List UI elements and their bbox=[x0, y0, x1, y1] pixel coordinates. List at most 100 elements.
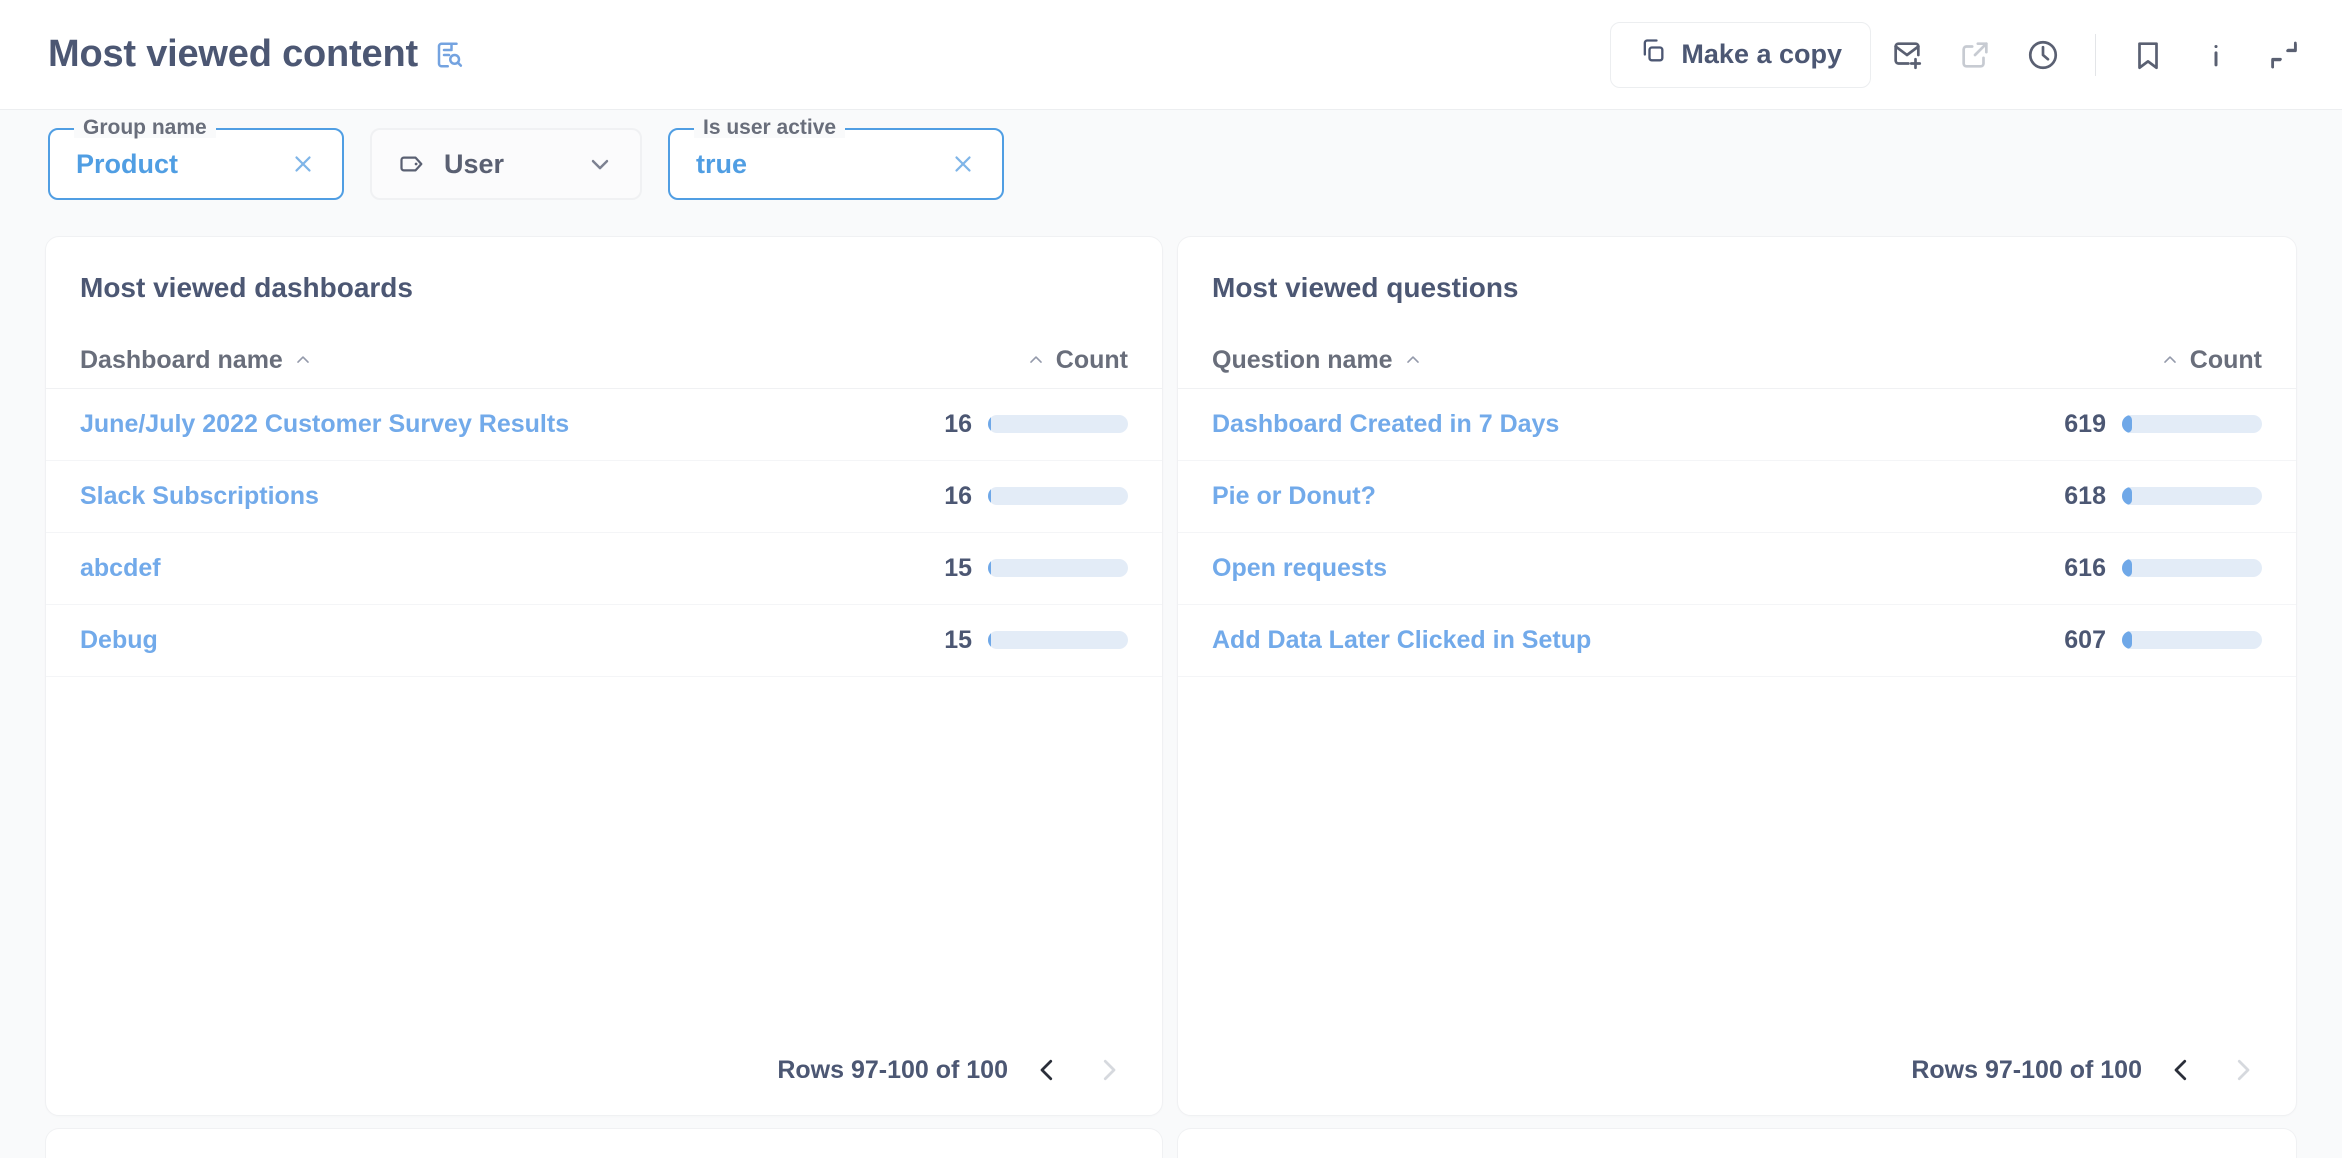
table-row[interactable]: Open requests 616 bbox=[1178, 533, 2296, 605]
filter-user-value: User bbox=[444, 149, 504, 180]
count-cell: 15 bbox=[914, 554, 1128, 583]
filter-group-name[interactable]: Group name Product bbox=[48, 128, 344, 200]
table-footer: Rows 97-100 of 100 bbox=[1178, 1047, 2296, 1115]
fullscreen-icon[interactable] bbox=[2252, 23, 2316, 87]
card-stub bbox=[45, 1128, 1163, 1158]
count-value: 15 bbox=[914, 626, 972, 655]
next-row-cards bbox=[0, 1128, 2342, 1158]
share-icon[interactable] bbox=[1943, 23, 2007, 87]
document-search-icon bbox=[434, 40, 464, 70]
question-link[interactable]: Dashboard Created in 7 Days bbox=[1212, 410, 1559, 439]
toolbar-divider bbox=[2095, 34, 2096, 76]
tag-icon bbox=[398, 150, 426, 178]
caret-up-icon bbox=[2160, 350, 2180, 370]
mini-bar bbox=[2122, 559, 2262, 577]
mini-bar bbox=[2122, 631, 2262, 649]
count-cell: 16 bbox=[914, 410, 1128, 439]
table-most-viewed-dashboards: Dashboard name Count June/July 2022 Cust… bbox=[46, 333, 1162, 677]
column-header-count[interactable]: Count bbox=[1026, 346, 1128, 375]
mini-bar bbox=[988, 631, 1128, 649]
table-footer: Rows 97-100 of 100 bbox=[46, 1047, 1162, 1115]
history-icon[interactable] bbox=[2011, 23, 2075, 87]
count-cell: 619 bbox=[2048, 410, 2262, 439]
column-header-label: Question name bbox=[1212, 346, 1393, 375]
table-row[interactable]: Debug 15 bbox=[46, 605, 1162, 677]
chevron-right-icon bbox=[1086, 1047, 1132, 1093]
table-header-row: Dashboard name Count bbox=[46, 333, 1162, 389]
card-most-viewed-dashboards: Most viewed dashboards Dashboard name Co… bbox=[45, 236, 1163, 1116]
table-row[interactable]: abcdef 15 bbox=[46, 533, 1162, 605]
make-a-copy-button[interactable]: Make a copy bbox=[1610, 22, 1871, 88]
dashboard-link[interactable]: June/July 2022 Customer Survey Results bbox=[80, 410, 569, 439]
dashboard-link[interactable]: abcdef bbox=[80, 554, 161, 583]
card-stub bbox=[1177, 1128, 2297, 1158]
info-icon[interactable] bbox=[2184, 23, 2248, 87]
table-row[interactable]: Dashboard Created in 7 Days 619 bbox=[1178, 389, 2296, 461]
column-header-count[interactable]: Count bbox=[2160, 346, 2262, 375]
caret-up-icon bbox=[1026, 350, 1046, 370]
mini-bar bbox=[2122, 415, 2262, 433]
table-row[interactable]: Slack Subscriptions 16 bbox=[46, 461, 1162, 533]
dashboard-grid: Most viewed dashboards Dashboard name Co… bbox=[0, 218, 2342, 1116]
dashboard-header: Most viewed content Make a copy bbox=[0, 0, 2342, 110]
count-value: 616 bbox=[2048, 554, 2106, 583]
count-value: 607 bbox=[2048, 626, 2106, 655]
mini-bar bbox=[988, 415, 1128, 433]
mini-bar bbox=[988, 487, 1128, 505]
question-link[interactable]: Add Data Later Clicked in Setup bbox=[1212, 626, 1591, 655]
chevron-right-icon bbox=[2220, 1047, 2266, 1093]
count-cell: 15 bbox=[914, 626, 1128, 655]
header-actions: Make a copy bbox=[1610, 22, 2316, 88]
column-header-label: Dashboard name bbox=[80, 346, 283, 375]
filter-is-user-active[interactable]: Is user active true bbox=[668, 128, 1004, 200]
caret-up-icon bbox=[293, 350, 313, 370]
count-cell: 607 bbox=[2048, 626, 2262, 655]
subscribe-icon[interactable] bbox=[1875, 23, 1939, 87]
copy-icon bbox=[1639, 37, 1667, 72]
chevron-down-icon[interactable] bbox=[546, 150, 614, 178]
make-a-copy-label: Make a copy bbox=[1681, 39, 1842, 70]
chevron-left-icon[interactable] bbox=[1024, 1047, 1070, 1093]
close-icon[interactable] bbox=[250, 151, 316, 177]
title-wrap: Most viewed content bbox=[48, 33, 464, 76]
rows-range-label: Rows 97-100 of 100 bbox=[1911, 1056, 2142, 1085]
count-value: 16 bbox=[914, 482, 972, 511]
count-value: 618 bbox=[2048, 482, 2106, 511]
dashboard-link[interactable]: Debug bbox=[80, 626, 158, 655]
card-most-viewed-questions: Most viewed questions Question name Coun… bbox=[1177, 236, 2297, 1116]
count-value: 15 bbox=[914, 554, 972, 583]
card-title: Most viewed questions bbox=[1178, 237, 2296, 305]
table-header-row: Question name Count bbox=[1178, 333, 2296, 389]
count-cell: 618 bbox=[2048, 482, 2262, 511]
rows-range-label: Rows 97-100 of 100 bbox=[777, 1056, 1008, 1085]
mini-bar bbox=[2122, 487, 2262, 505]
column-header-dashboard-name[interactable]: Dashboard name bbox=[80, 346, 313, 375]
chevron-left-icon[interactable] bbox=[2158, 1047, 2204, 1093]
close-icon[interactable] bbox=[910, 151, 976, 177]
table-row[interactable]: June/July 2022 Customer Survey Results 1… bbox=[46, 389, 1162, 461]
count-cell: 16 bbox=[914, 482, 1128, 511]
table-row[interactable]: Pie or Donut? 618 bbox=[1178, 461, 2296, 533]
dashboard-link[interactable]: Slack Subscriptions bbox=[80, 482, 319, 511]
count-cell: 616 bbox=[2048, 554, 2262, 583]
filter-bar: Group name Product User Is user active t… bbox=[0, 110, 2342, 218]
filter-is-user-active-value: true bbox=[696, 149, 747, 180]
filter-group-name-value: Product bbox=[76, 149, 178, 180]
caret-up-icon bbox=[1403, 350, 1423, 370]
filter-is-user-active-legend: Is user active bbox=[694, 117, 845, 138]
card-title: Most viewed dashboards bbox=[46, 237, 1162, 305]
mini-bar bbox=[988, 559, 1128, 577]
question-link[interactable]: Pie or Donut? bbox=[1212, 482, 1376, 511]
count-value: 16 bbox=[914, 410, 972, 439]
column-header-label: Count bbox=[1056, 346, 1128, 375]
column-header-label: Count bbox=[2190, 346, 2262, 375]
question-link[interactable]: Open requests bbox=[1212, 554, 1387, 583]
filter-group-name-legend: Group name bbox=[74, 117, 216, 138]
filter-user[interactable]: User bbox=[370, 128, 642, 200]
table-most-viewed-questions: Question name Count Dashboard Created in… bbox=[1178, 333, 2296, 677]
table-row[interactable]: Add Data Later Clicked in Setup 607 bbox=[1178, 605, 2296, 677]
page-title: Most viewed content bbox=[48, 33, 418, 76]
count-value: 619 bbox=[2048, 410, 2106, 439]
bookmark-icon[interactable] bbox=[2116, 23, 2180, 87]
column-header-question-name[interactable]: Question name bbox=[1212, 346, 1423, 375]
